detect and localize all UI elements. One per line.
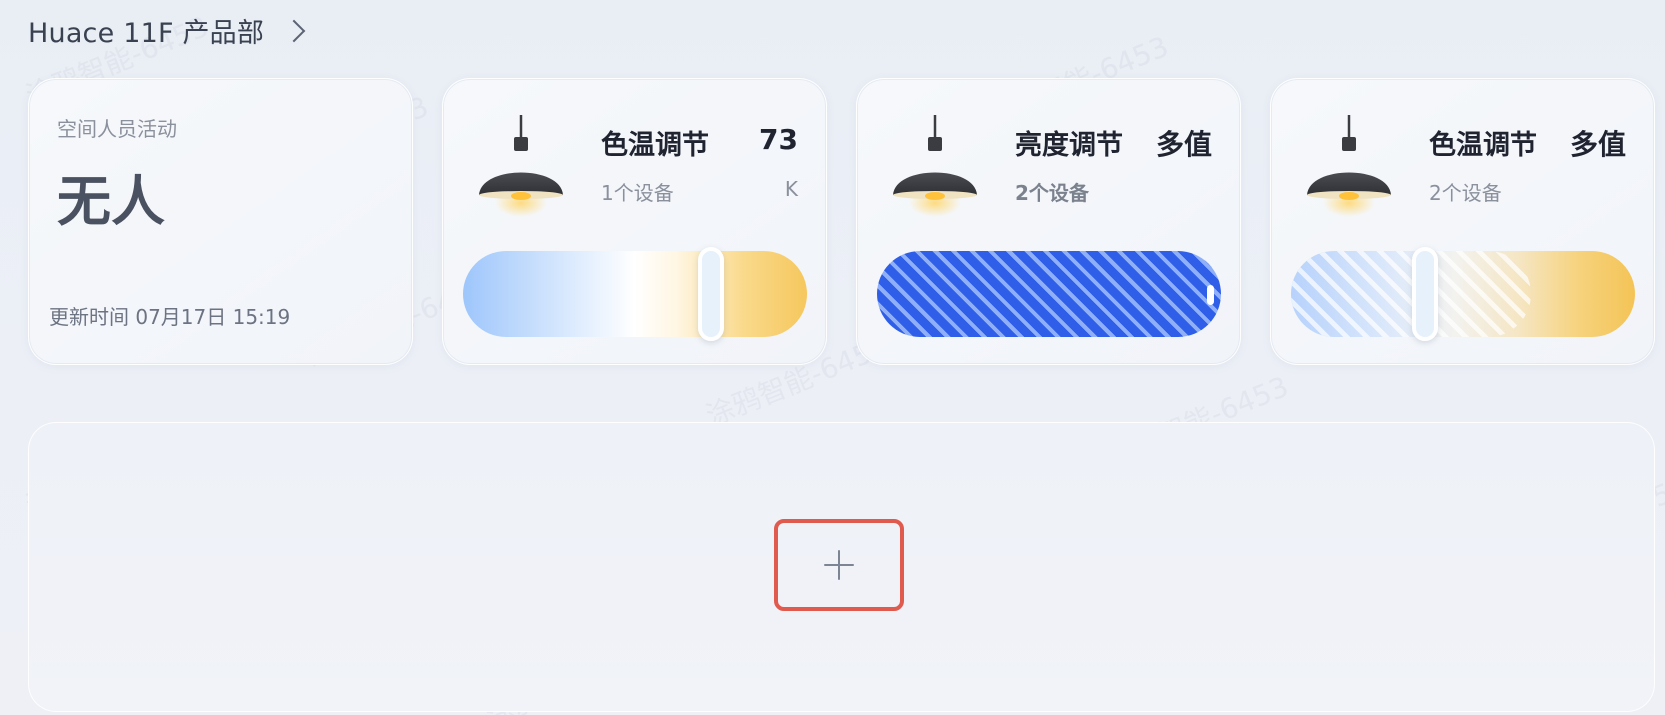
control-value: 多值 <box>1155 128 1212 161</box>
slider-thumb[interactable] <box>1412 247 1439 341</box>
color-temperature-slider[interactable] <box>463 251 807 337</box>
control-value: 多值 <box>1569 128 1626 161</box>
color-temperature-card[interactable]: 色温调节 多值 2个设备 <box>1270 78 1655 365</box>
device-count: 2个设备 <box>1015 181 1089 205</box>
slider-thumb[interactable] <box>697 247 724 341</box>
brightness-slider-handle[interactable] <box>1207 285 1214 305</box>
device-count: 1个设备 <box>601 181 674 205</box>
brightness-slider[interactable] <box>877 251 1221 337</box>
pendant-lamp-icon <box>893 115 977 217</box>
color-temperature-slider[interactable] <box>1291 251 1635 337</box>
occupancy-label: 空间人员活动 <box>57 117 177 141</box>
add-button[interactable] <box>774 519 904 611</box>
unit-label: K <box>784 177 798 201</box>
brightness-card[interactable]: 亮度调节 多值 2个设备 <box>856 78 1241 365</box>
control-title: 色温调节 <box>601 130 709 161</box>
add-widget-panel <box>28 422 1655 712</box>
breadcrumb[interactable]: Huace 11F 产品部 <box>28 10 306 50</box>
pendant-lamp-icon <box>479 115 563 217</box>
plus-icon <box>824 550 854 580</box>
chevron-right-icon[interactable] <box>282 19 306 42</box>
control-title: 色温调节 <box>1429 130 1537 161</box>
occupancy-value: 无人 <box>57 170 165 233</box>
device-count: 2个设备 <box>1429 181 1502 205</box>
control-value: 73 <box>759 123 798 156</box>
occupancy-updated-time: 更新时间 07月17日 15:19 <box>49 305 291 329</box>
page-title[interactable]: Huace 11F 产品部 <box>28 11 264 50</box>
occupancy-card[interactable]: 空间人员活动 无人 更新时间 07月17日 15:19 <box>28 78 413 365</box>
control-title: 亮度调节 <box>1015 130 1123 161</box>
pendant-lamp-icon <box>1307 115 1391 217</box>
color-temperature-card[interactable]: 色温调节 73 1个设备 K <box>442 78 827 365</box>
